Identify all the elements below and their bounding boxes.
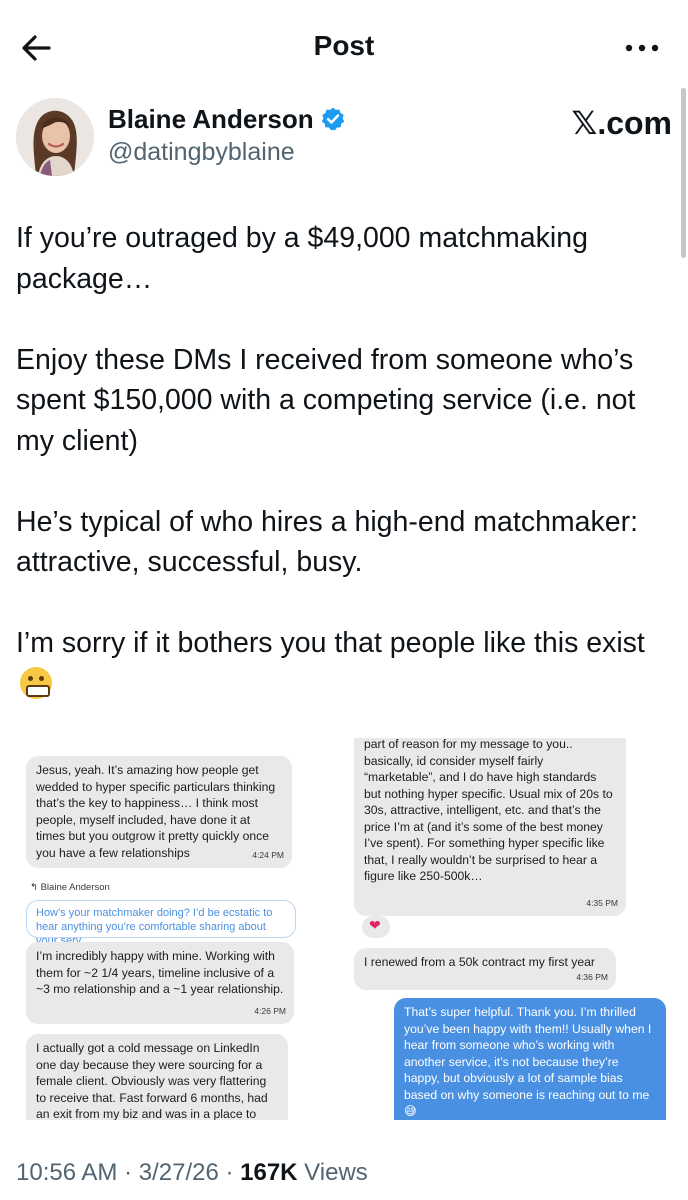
tweet-paragraph-last: I’m sorry if it bothers you that people …	[16, 623, 676, 704]
author-name-text: Blaine Anderson	[108, 104, 314, 134]
author-row: Blaine Anderson @datingbyblaine 𝕏.com	[16, 96, 672, 186]
verified-badge-icon	[321, 107, 344, 131]
post-meta: 10:56 AM · 3/27/26 · 167K Views	[16, 1159, 368, 1187]
message-text: Jesus, yeah. It’s amazing how people get…	[36, 763, 276, 860]
message-time: 4:26 PM	[254, 1005, 286, 1016]
tweet-text: If you’re outraged by a $49,000 matchmak…	[16, 218, 676, 704]
dm-screenshot-left[interactable]: Jesus, yeah. It’s amazing how people get…	[16, 738, 322, 1120]
tweet-paragraph-text: I’m sorry if it bothers you that people …	[16, 627, 645, 659]
message-bubble: I actually got a cold message on LinkedI…	[26, 1034, 288, 1120]
more-options-button[interactable]	[624, 36, 660, 60]
message-time: 4:36 PM	[576, 971, 608, 982]
avatar-image	[16, 98, 94, 176]
message-text: I’m incredibly happy with mine. Working …	[36, 949, 284, 996]
heart-reaction-icon[interactable]	[362, 916, 390, 938]
avatar[interactable]	[16, 98, 94, 176]
message-text: That’s super helpful. Thank you. I’m thr…	[404, 1005, 652, 1118]
message-time: 4:35 PM	[586, 897, 618, 908]
author-name[interactable]: Blaine Anderson	[108, 104, 346, 135]
message-text: I actually got a cold message on LinkedI…	[36, 1041, 268, 1120]
author-handle[interactable]: @datingbyblaine	[108, 138, 295, 167]
tweet-paragraph: If you’re outraged by a $49,000 matchmak…	[16, 222, 588, 295]
top-bar: Post	[0, 0, 688, 96]
meta-separator: ·	[117, 1159, 139, 1186]
message-text: I renewed from a 50k contract my first y…	[364, 955, 595, 969]
post-date: 3/27/26	[138, 1159, 219, 1186]
reply-quote: How’s your matchmaker doing? I’d be ecst…	[26, 900, 296, 947]
dm-screenshot-right[interactable]: part of reason for my message to you.. b…	[354, 738, 670, 1120]
more-horizontal-icon	[625, 44, 659, 52]
source-label: 𝕏.com	[571, 105, 672, 141]
message-bubble: Jesus, yeah. It’s amazing how people get…	[26, 756, 292, 868]
tweet-paragraph: He’s typical of who hires a high-end mat…	[16, 505, 639, 579]
tweet-paragraph: Enjoy these DMs I received from someone …	[16, 343, 636, 457]
message-bubble: I renewed from a 50k contract my first y…	[354, 948, 616, 990]
message-text: part of reason for my message to you.. b…	[364, 738, 613, 883]
message-bubble: I’m incredibly happy with mine. Working …	[26, 942, 294, 1024]
message-bubble-sent: That’s super helpful. Thank you. I’m thr…	[394, 998, 666, 1120]
views-count: 167K	[240, 1159, 298, 1186]
grimacing-face-icon	[20, 666, 52, 699]
message-time: 4:24 PM	[252, 849, 284, 860]
meta-separator: ·	[218, 1159, 241, 1186]
views-label: Views	[297, 1159, 368, 1186]
post-time: 10:56 AM	[16, 1159, 118, 1186]
page-title: Post	[313, 30, 375, 61]
scrollbar[interactable]	[681, 88, 686, 258]
message-bubble: part of reason for my message to you.. b…	[354, 738, 626, 916]
reply-label: ↰ Blaine Anderson	[30, 882, 110, 893]
